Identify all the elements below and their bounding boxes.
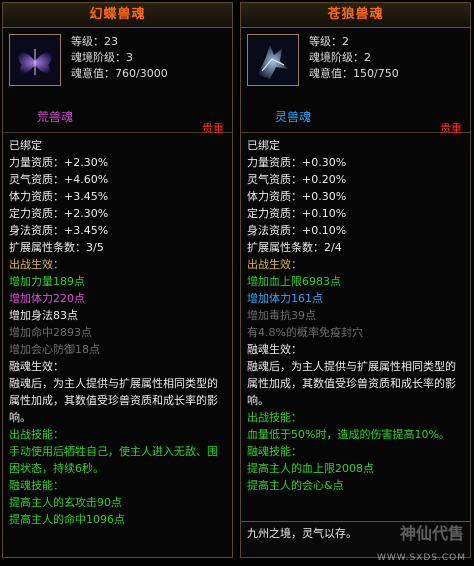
attribute-line: 增加身法83点	[9, 309, 78, 322]
attribute-line: 增加体力161点	[247, 292, 323, 305]
attribute-line: 有4.8%的概率免疫封穴	[247, 326, 363, 339]
level-text: 等级：2	[309, 35, 349, 48]
card-attributes: 已绑定力量资质：+2.30% 灵气资质：+4.60% 体力资质：+3.45% 定力资质…	[3, 133, 232, 528]
attribute-line: 身法资质：+0.10%	[247, 224, 347, 237]
realm-text: 魂境阶级：3	[71, 51, 133, 64]
attribute-line: 提高主人的血上限2008点	[247, 462, 374, 475]
attribute-line: 灵气资质：+0.20%	[247, 173, 347, 186]
attribute-line: 力量资质：+0.30%	[247, 156, 347, 169]
level-text: 等级：23	[71, 35, 118, 48]
soul-value-text: 魂意值：760/3000	[71, 67, 168, 80]
soul-card-huandie: 幻蝶兽魂 等级：23 魂境阶级：3 魂意值：760/3000 荒兽魂 贵重 已绑…	[2, 2, 233, 558]
attribute-line: 增加力量189点	[9, 275, 85, 288]
attribute-line: 提高主人的玄攻击90点	[9, 496, 122, 509]
attribute-line: 扩展属性条数：3/5	[9, 241, 104, 254]
soul-kind: 荒兽魂	[37, 110, 74, 124]
purple-butterfly-icon[interactable]	[9, 34, 61, 86]
attribute-line: 已绑定	[247, 139, 280, 152]
card-title: 幻蝶兽魂	[3, 3, 232, 28]
card-attributes: 已绑定力量资质：+0.30% 灵气资质：+0.20% 体力资质：+0.30% 定力资质…	[241, 133, 470, 494]
card-stats: 等级：2 魂境阶级：2 魂意值：150/750	[309, 34, 399, 82]
attribute-line: 出战生效：	[9, 258, 64, 271]
card-title: 苍狼兽魂	[241, 3, 470, 28]
attribute-line: 扩展属性条数：2/4	[247, 241, 342, 254]
soul-kind: 灵兽魂	[275, 110, 312, 124]
attribute-line: 融魂后，为主人提供与扩展属性相同类型的属性加成，其数值受珍兽资质和成长率的影响。	[9, 377, 218, 424]
soul-value-text: 魂意值：150/750	[309, 67, 399, 80]
attribute-line: 融魂后，为主人提供与扩展属性相同类型的属性加成，其数值受珍兽资质和成长率的影响。	[247, 360, 456, 407]
soul-card-canglang: 苍狼兽魂 等级：2 魂境阶级：2 魂意值：150/750 灵兽魂 贵重 已绑定力…	[240, 2, 471, 563]
attribute-line: 出战技能：	[247, 411, 302, 424]
card-header: 等级：23 魂境阶级：3 魂意值：760/3000 荒兽魂 贵重	[3, 28, 232, 135]
attribute-line: 定力资质：+2.30%	[9, 207, 109, 220]
quality-badge: 贵重	[440, 122, 462, 135]
attribute-line: 体力资质：+3.45%	[9, 190, 109, 203]
attribute-line: 出战生效：	[247, 258, 302, 271]
attribute-line: 增加体力220点	[9, 292, 85, 305]
attribute-line: 融魂生效：	[9, 360, 64, 373]
attribute-line: 提高主人的命中1096点	[9, 513, 125, 526]
watermark-logo: 神仙代售	[399, 524, 464, 543]
attribute-line: 增加会心防御18点	[9, 343, 100, 356]
attribute-line: 提高主人的会心&点	[247, 479, 344, 492]
attribute-line: 融魂生效：	[247, 343, 302, 356]
attribute-line: 已绑定	[9, 139, 42, 152]
card-header: 等级：2 魂境阶级：2 魂意值：150/750 灵兽魂 贵重	[241, 28, 470, 135]
watermark-site: WWW.SXDS.COM	[376, 553, 466, 563]
attribute-line: 手动使用后牺牲自己，使主人进入无敌、围困状态，持续6秒。	[9, 445, 218, 475]
attribute-line: 增加毒抗39点	[247, 309, 316, 322]
attribute-line: 出战技能：	[9, 428, 64, 441]
realm-text: 魂境阶级：2	[309, 51, 371, 64]
footer-lore: 九州之境，灵气以存。 神仙代售 WWW.SXDS.COM	[241, 521, 470, 563]
attribute-line: 定力资质：+0.10%	[247, 207, 347, 220]
attribute-line: 体力资质：+0.30%	[247, 190, 347, 203]
attribute-line: 增加血上限6983点	[247, 275, 341, 288]
attribute-line: 身法资质：+3.45%	[9, 224, 109, 237]
attribute-line: 灵气资质：+4.60%	[9, 173, 109, 186]
attribute-line: 融魂技能：	[247, 445, 302, 458]
quality-badge: 贵重	[202, 122, 224, 135]
blue-wolf-icon[interactable]	[247, 34, 299, 86]
attribute-line: 血量低于50%时，造成的伤害提高10%。	[247, 428, 450, 441]
card-stats: 等级：23 魂境阶级：3 魂意值：760/3000	[71, 34, 168, 82]
attribute-line: 增加命中2893点	[9, 326, 92, 339]
attribute-line: 融魂技能：	[9, 479, 64, 492]
attribute-line: 力量资质：+2.30%	[9, 156, 109, 169]
